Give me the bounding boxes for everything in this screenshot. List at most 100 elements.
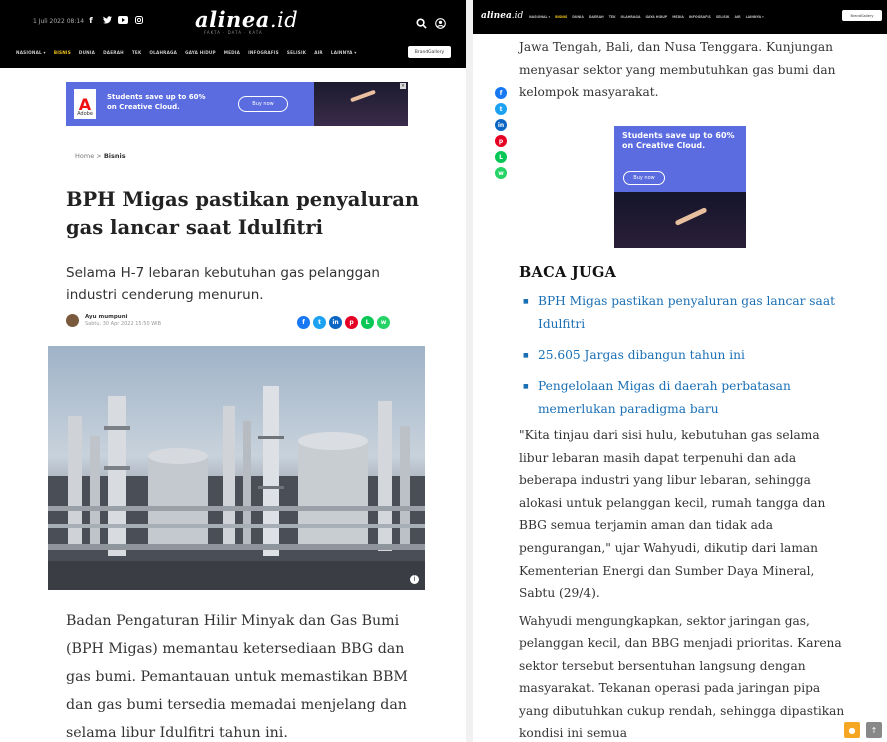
pinterest-icon[interactable]: p — [495, 135, 507, 147]
line-icon[interactable]: L — [361, 316, 374, 329]
breadcrumb-home[interactable]: Home — [75, 152, 94, 160]
ad-dancer-image — [614, 192, 746, 248]
baca-juga-list: BPH Migas pastikan penyaluran gas lancar… — [523, 290, 848, 429]
sticky-navigation: NASIONAL ▾ BISNIS DUNIA DAERAH TEK OLAHRAGA GA… — [529, 15, 764, 19]
nav-item-dunia[interactable]: DUNIA — [79, 50, 95, 55]
author-avatar — [66, 314, 79, 327]
article-title: BPH Migas pastikan penyaluran gas lancar… — [66, 188, 420, 239]
twitter-icon[interactable]: t — [495, 103, 507, 115]
main-navigation: NASIONAL ▾ BISNIS DUNIA DAERAH TEK OLAHRAGA GA… — [16, 50, 357, 55]
facebook-icon[interactable]: f — [297, 316, 310, 329]
article-paragraph-top: Jawa Tengah, Bali, dan Nusa Tenggara. Ku… — [519, 40, 836, 99]
youtube-icon[interactable] — [118, 15, 128, 25]
brand-gallery-label: BrandGallery — [414, 49, 445, 55]
facebook-icon[interactable]: f — [86, 15, 96, 25]
ad-close-icon[interactable]: × — [400, 83, 406, 89]
instagram-icon[interactable] — [134, 15, 144, 25]
nav-item-olahraga[interactable]: OLAHRAGA — [149, 50, 177, 55]
whatsapp-icon[interactable]: w — [495, 167, 507, 179]
author-name[interactable]: Ayu mumpuni — [85, 314, 161, 320]
brand-gallery-button[interactable]: BrandGallery — [842, 10, 882, 21]
nav-item-bisnis[interactable]: BISNIS — [54, 50, 71, 55]
logo-ext-text: .id — [269, 8, 299, 32]
ad-text: Students save up to 60% on Creative Clou… — [622, 131, 735, 150]
nav-item-tek[interactable]: TEK — [132, 50, 142, 55]
nav-item-air[interactable]: AIR — [314, 50, 323, 55]
facebook-icon[interactable]: f — [495, 87, 507, 99]
advertisement-banner[interactable]: A Adobe Students save up to 60% on Creati… — [66, 82, 408, 126]
adobe-logo-icon: A Adobe — [74, 89, 96, 119]
linkedin-icon[interactable]: in — [329, 316, 342, 329]
article-subtitle: Selama H-7 lebaran kebutuhan gas pelangg… — [66, 265, 380, 303]
ad-buy-now-button[interactable]: Buy now — [623, 171, 665, 185]
site-logo-small[interactable]: alinea.id — [481, 11, 523, 21]
refinery-illustration — [48, 386, 425, 590]
breadcrumb-current[interactable]: Bisnis — [104, 152, 126, 160]
ad-buy-now-button[interactable]: Buy now — [238, 96, 288, 112]
brand-gallery-label: BrandGallery — [850, 13, 874, 18]
nav-item-media[interactable]: MEDIA — [224, 50, 240, 55]
related-article-link[interactable]: BPH Migas pastikan penyaluran gas lancar… — [538, 294, 835, 331]
related-article-link[interactable]: Pengelolaan Migas di daerah perbatasan m… — [538, 379, 791, 416]
search-icon[interactable] — [416, 14, 427, 33]
article-body-paragraph: Badan Pengaturan Hilir Minyak dan Gas Bu… — [66, 613, 408, 741]
article-hero-image: i — [48, 346, 425, 590]
nav-item-daerah[interactable]: DAERAH — [103, 50, 124, 55]
pinterest-icon[interactable]: p — [345, 316, 358, 329]
header-date: 1 Juli 2022 08:14 — [33, 18, 85, 25]
header-tools — [416, 14, 446, 33]
breadcrumb: Home > Bisnis — [75, 152, 126, 160]
article-byline: Ayu mumpuni Sabtu, 30 Apr 2022 15:50 WIB — [66, 314, 161, 327]
baca-juga-item[interactable]: BPH Migas pastikan penyaluran gas lancar… — [523, 290, 848, 336]
sticky-header: alinea.id NASIONAL ▾ BISNIS DUNIA DAERAH TEK… — [473, 0, 887, 34]
nav-item-nasional[interactable]: NASIONAL ▾ — [529, 15, 550, 19]
nav-item-nasional[interactable]: NASIONAL ▾ — [16, 50, 46, 55]
nav-item-infografis[interactable]: INFOGRAFIS — [689, 15, 711, 19]
whatsapp-icon[interactable]: w — [377, 316, 390, 329]
share-buttons: f t in p Lw — [297, 316, 390, 329]
right-screenshot-panel: alinea.id NASIONAL ▾ BISNIS DUNIA DAERAH TEK… — [473, 0, 887, 742]
nav-item-gaya-hidup[interactable]: GAYA HIDUP — [645, 15, 667, 19]
nav-item-bisnis[interactable]: BISNIS — [555, 15, 567, 19]
nav-item-dunia[interactable]: DUNIA — [572, 15, 584, 19]
breadcrumb-separator: > — [96, 152, 102, 160]
nav-item-lainnya[interactable]: LAINNYA ▾ — [331, 50, 357, 55]
nav-item-olahraga[interactable]: OLAHRAGA — [621, 15, 641, 19]
nav-item-media[interactable]: MEDIA — [672, 15, 684, 19]
article-paragraph-last: Wahyudi mengungkapkan, sektor jaringan g… — [519, 614, 845, 741]
twitter-icon[interactable] — [102, 15, 112, 25]
advertisement-box[interactable]: Students save up to 60% on Creative Clou… — [614, 126, 746, 248]
panel-divider — [466, 0, 473, 742]
nav-item-air[interactable]: AIR — [734, 15, 740, 19]
site-logo[interactable]: alinea.id — [195, 7, 298, 32]
notification-bell-icon[interactable]: ● — [844, 722, 860, 738]
line-icon[interactable]: L — [495, 151, 507, 163]
brand-gallery-button[interactable]: BrandGallery — [408, 46, 451, 58]
nav-item-gaya-hidup[interactable]: GAYA HIDUP — [185, 50, 216, 55]
user-account-icon[interactable] — [435, 14, 446, 33]
linkedin-icon[interactable]: in — [495, 119, 507, 131]
nav-item-selisik[interactable]: SELISIK — [716, 15, 730, 19]
nav-item-selisik[interactable]: SELISIK — [287, 50, 306, 55]
twitter-icon[interactable]: t — [313, 316, 326, 329]
floating-share-buttons: f t in p Lw — [495, 87, 507, 179]
left-screenshot-panel: 1 Juli 2022 08:14 f alinea.id FAKTA · DA… — [0, 0, 466, 742]
site-header: 1 Juli 2022 08:14 f alinea.id FAKTA · DA… — [0, 0, 466, 68]
nav-item-tek[interactable]: TEK — [609, 15, 616, 19]
related-article-link[interactable]: 25.605 Jargas dibangun tahun ini — [538, 348, 745, 362]
article-quote-paragraph: "Kita tinjau dari sisi hulu, kebutuhan g… — [519, 428, 826, 601]
logo-ext-text: .id — [511, 11, 524, 21]
baca-juga-item[interactable]: 25.605 Jargas dibangun tahun ini — [523, 344, 848, 367]
ad-dancer-image — [314, 82, 408, 126]
ad-brand-label: Adobe — [77, 111, 93, 117]
nav-item-daerah[interactable]: DAERAH — [589, 15, 604, 19]
ad-text: Students save up to 60% on Creative Clou… — [107, 93, 206, 111]
nav-item-lainnya[interactable]: LAINNYA ▾ — [746, 15, 764, 19]
logo-main-text: alinea — [481, 11, 512, 21]
baca-juga-heading: BACA JUGA — [519, 264, 617, 281]
header-social-icons: f — [86, 15, 144, 25]
baca-juga-item[interactable]: Pengelolaan Migas di daerah perbatasan m… — [523, 375, 848, 421]
scroll-to-top-icon[interactable]: ↑ — [866, 722, 882, 738]
nav-item-infografis[interactable]: INFOGRAFIS — [248, 50, 279, 55]
image-info-icon[interactable]: i — [410, 575, 419, 584]
